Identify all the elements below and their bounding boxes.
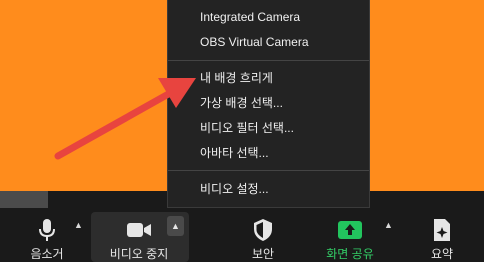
share-screen-icon	[336, 216, 364, 243]
menu-item-blur-background[interactable]: 내 배경 흐리게	[200, 69, 273, 86]
menu-divider	[168, 60, 369, 61]
security-label: 보안	[251, 247, 275, 261]
mute-button[interactable]: 음소거	[22, 208, 72, 262]
summary-button[interactable]: 요약	[422, 208, 462, 262]
mute-options-caret[interactable]: ▲	[74, 220, 83, 230]
summary-label: 요약	[430, 247, 454, 261]
menu-divider	[168, 170, 369, 171]
summary-icon	[428, 216, 456, 243]
share-screen-button[interactable]: 화면 공유	[320, 208, 380, 262]
menu-item-video-settings[interactable]: 비디오 설정...	[200, 180, 269, 197]
share-screen-label: 화면 공유	[326, 247, 374, 261]
stop-video-button[interactable]: 비디오 중지	[100, 208, 178, 262]
menu-item-obs-virtual-camera[interactable]: OBS Virtual Camera	[200, 35, 309, 49]
video-options-caret[interactable]: ▲	[167, 216, 184, 236]
microphone-icon	[33, 216, 61, 243]
video-options-menu: Integrated Camera OBS Virtual Camera 내 배…	[167, 0, 370, 208]
security-button[interactable]: 보안	[243, 208, 283, 262]
menu-item-video-filter[interactable]: 비디오 필터 선택...	[200, 119, 294, 136]
share-options-caret[interactable]: ▲	[384, 220, 393, 230]
menu-item-virtual-background[interactable]: 가상 배경 선택...	[200, 94, 283, 111]
participant-name-tag	[0, 191, 48, 208]
menu-item-integrated-camera[interactable]: Integrated Camera	[200, 10, 300, 24]
stop-video-label: 비디오 중지	[109, 247, 169, 261]
video-camera-icon	[125, 216, 153, 243]
meeting-toolbar	[0, 208, 484, 262]
shield-icon	[249, 216, 277, 243]
mute-label: 음소거	[30, 247, 64, 261]
menu-item-avatar[interactable]: 아바타 선택...	[200, 144, 269, 161]
